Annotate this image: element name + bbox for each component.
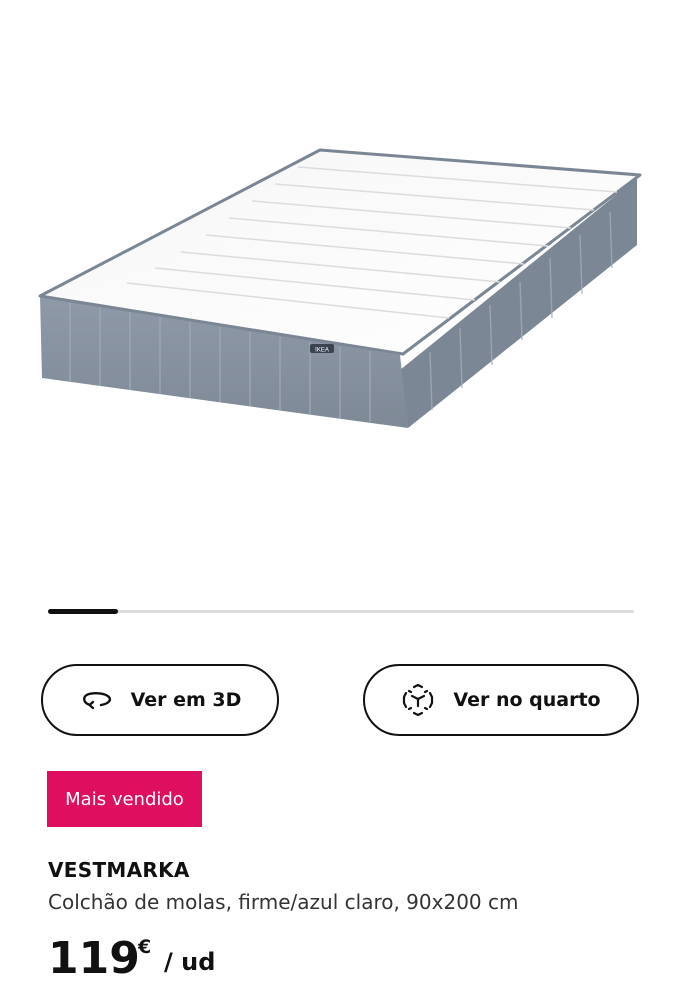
gallery-progress-indicator [48,609,119,614]
brand-label: IKEA [315,348,329,354]
product-name: VESTMARKA [48,858,190,882]
view-in-room-button[interactable]: Ver no quarto [363,664,639,736]
product-image-gallery[interactable]: IKEA [0,0,681,590]
price-integer: 119 [48,933,140,984]
view-in-room-label: Ver no quarto [453,689,601,711]
mattress-image: IKEA [38,148,642,428]
product-description: Colchão de molas, firme/azul claro, 90x2… [48,890,519,914]
augmented-reality-icon [401,683,435,717]
price-currency: € [138,936,152,958]
gallery-progress-bar [48,609,634,614]
best-seller-badge: Mais vendido [47,771,202,827]
view-3d-label: Ver em 3D [130,689,242,711]
view-3d-button[interactable]: Ver em 3D [41,664,279,736]
rotate-3d-icon [79,683,113,717]
price-unit: / ud [164,948,216,976]
